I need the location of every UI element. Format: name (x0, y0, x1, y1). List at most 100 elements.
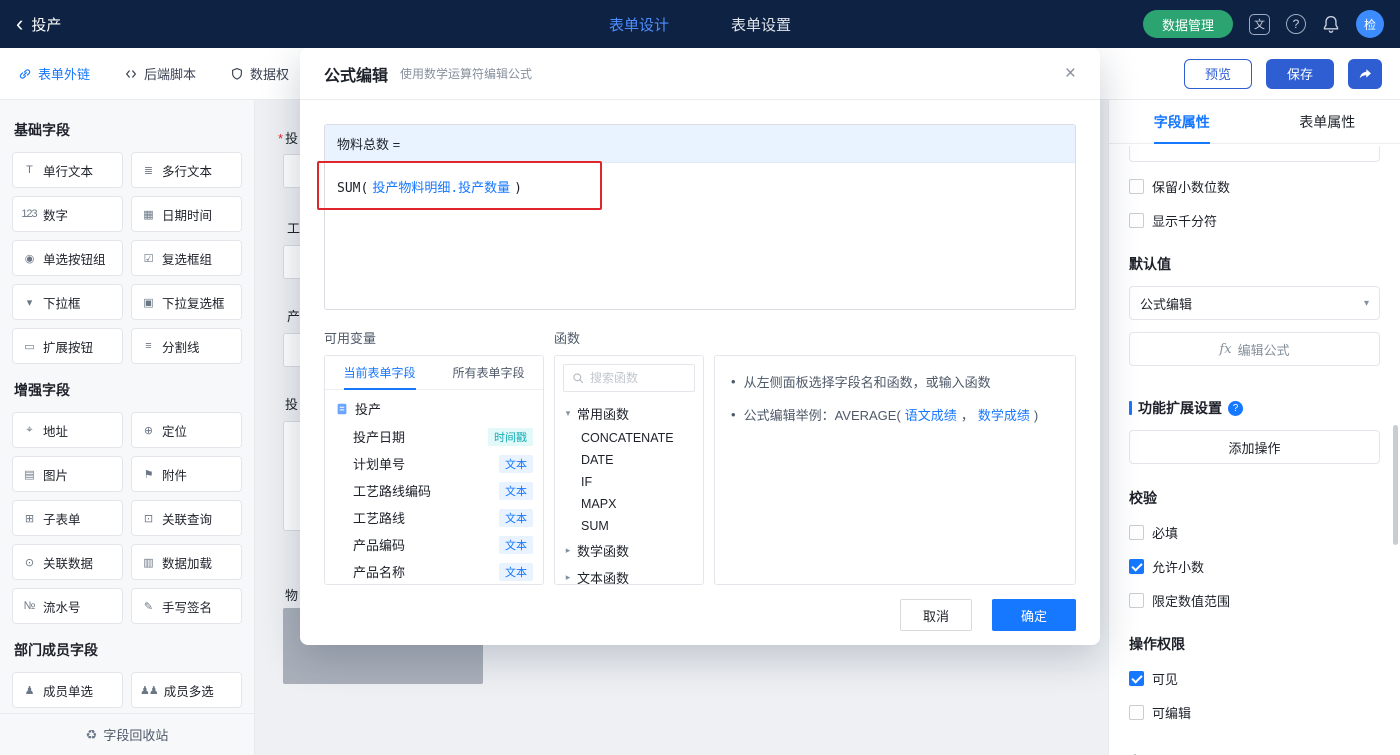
field-button-serial-number[interactable]: № 流水号 (12, 588, 123, 624)
option-thousand-separator[interactable]: 显示千分符 (1129, 211, 1380, 230)
field-recycle-bin[interactable]: ♻ 字段回收站 (0, 713, 254, 755)
option-limit-range[interactable]: 限定数值范围 (1129, 591, 1380, 610)
field-button-extend-button[interactable]: ▭ 扩展按钮 (12, 328, 123, 364)
field-button-multi-line-text[interactable]: ≣ 多行文本 (131, 152, 242, 188)
field-button-data-load[interactable]: ▥ 数据加载 (131, 544, 242, 580)
function-group-label: 文本函数 (577, 571, 630, 585)
avatar[interactable]: 检 (1356, 10, 1384, 38)
function-group-math[interactable]: ▸ 数学函数 (555, 537, 703, 564)
variable-item[interactable]: 计划单号 文本 (325, 450, 543, 477)
data-manage-button[interactable]: 数据管理 (1142, 10, 1233, 38)
checkbox[interactable] (1129, 705, 1144, 720)
tab-form-properties[interactable]: 表单属性 (1255, 100, 1400, 143)
canvas-field-label: * 投 (278, 131, 299, 146)
close-icon[interactable]: × (1065, 64, 1076, 83)
scrollbar[interactable] (1393, 425, 1398, 545)
field-button-divider[interactable]: ≡ 分割线 (131, 328, 242, 364)
form-root-node[interactable]: 投产 (325, 390, 543, 423)
tab-field-properties[interactable]: 字段属性 (1109, 100, 1255, 143)
back-icon[interactable]: ‹ (16, 13, 23, 35)
option-editable[interactable]: 可编辑 (1129, 703, 1380, 722)
share-icon (1357, 66, 1373, 82)
formula-field-token[interactable]: 投产物料明细.投产数量 (372, 181, 510, 196)
field-button-subform[interactable]: ⊞ 子表单 (12, 500, 123, 536)
function-search[interactable] (563, 364, 695, 392)
functions-label: 函数 (554, 331, 581, 346)
save-button[interactable]: 保存 (1266, 58, 1334, 89)
checkbox[interactable] (1129, 525, 1144, 540)
field-button-number[interactable]: 123 数字 (12, 196, 123, 232)
variable-name: 产品名称 (353, 565, 406, 580)
checkbox[interactable] (1129, 671, 1144, 686)
field-label: 附件 (162, 468, 188, 483)
default-value-select[interactable]: 公式编辑 ▾ (1129, 286, 1380, 320)
variable-item[interactable]: 投产日期 时间戳 (325, 423, 543, 450)
checkbox[interactable] (1129, 213, 1144, 228)
formula-input[interactable]: SUM(投产物料明细.投产数量) (325, 163, 1075, 210)
field-button-address[interactable]: ⌖ 地址 (12, 412, 123, 448)
field-button-member-single[interactable]: ♟ 成员单选 (12, 672, 123, 708)
field-button-radio-group[interactable]: ◉ 单选按钮组 (12, 240, 123, 276)
option-allow-decimal[interactable]: 允许小数 (1129, 557, 1380, 576)
cancel-button[interactable]: 取消 (900, 599, 972, 631)
field-button-dropdown[interactable]: ▾ 下拉框 (12, 284, 123, 320)
function-item[interactable]: MAPX (555, 493, 703, 515)
field-type-badge: 文本 (499, 481, 533, 500)
tab-form-design[interactable]: 表单设计 (609, 14, 669, 35)
function-item[interactable]: SUM (555, 515, 703, 537)
image-icon: ▤ (24, 468, 34, 481)
translate-icon[interactable]: 文 (1249, 13, 1270, 35)
preview-button[interactable]: 预览 (1184, 58, 1252, 89)
checkbox-label: 允许小数 (1152, 560, 1205, 575)
checkbox[interactable] (1129, 593, 1144, 608)
formula-function: SUM( (337, 181, 369, 196)
bell-icon[interactable] (1322, 15, 1340, 33)
option-keep-decimal[interactable]: 保留小数位数 (1129, 177, 1380, 196)
toolbar-item-form-link[interactable]: 表单外链 (18, 64, 90, 83)
function-group-common[interactable]: ▾ 常用函数 (555, 400, 703, 427)
option-visible[interactable]: 可见 (1129, 669, 1380, 688)
field-button-datetime[interactable]: ▦ 日期时间 (131, 196, 242, 232)
tab-current-form-fields[interactable]: 当前表单字段 (325, 356, 434, 389)
field-button-attachment[interactable]: ⚑ 附件 (131, 456, 242, 492)
pin-icon: ⌖ (26, 423, 32, 436)
form-root-label: 投产 (355, 402, 382, 417)
field-button-image[interactable]: ▤ 图片 (12, 456, 123, 492)
function-search-input[interactable] (590, 371, 686, 385)
variable-item[interactable]: 工艺路线编码 文本 (325, 477, 543, 504)
field-button-member-multi[interactable]: ♟♟ 成员多选 (131, 672, 242, 708)
toolbar-item-data-permission[interactable]: 数据权 (230, 64, 289, 83)
function-item[interactable]: IF (555, 471, 703, 493)
field-button-checkbox-group[interactable]: ☑ 复选框组 (131, 240, 242, 276)
tab-all-form-fields[interactable]: 所有表单字段 (434, 356, 543, 389)
checkbox[interactable] (1129, 179, 1144, 194)
variable-item[interactable]: 产品编码 文本 (325, 531, 543, 558)
properties-panel: 字段属性 表单属性 保留小数位数 显示千分符 默认值 公式编辑 ▾ fx 编辑公… (1108, 100, 1400, 755)
variable-item[interactable]: 工艺路线 文本 (325, 504, 543, 531)
function-item[interactable]: DATE (555, 449, 703, 471)
dialog-footer: 取消 确定 (324, 599, 1076, 631)
formula-help-panel: • 从左侧面板选择字段名和函数，或输入函数 • 公式编辑举例：AVERAGE(语… (714, 355, 1076, 585)
option-required[interactable]: 必填 (1129, 523, 1380, 542)
field-button-linked-data[interactable]: ⊙ 关联数据 (12, 544, 123, 580)
field-label: 多行文本 (162, 164, 213, 179)
function-group-text[interactable]: ▸ 文本函数 (555, 564, 703, 585)
add-action-button[interactable]: 添加操作 (1129, 430, 1380, 464)
function-item[interactable]: CONCATENATE (555, 427, 703, 449)
field-button-single-line-text[interactable]: T 单行文本 (12, 152, 123, 188)
edit-formula-button[interactable]: fx 编辑公式 (1129, 332, 1380, 366)
share-button[interactable] (1348, 58, 1382, 89)
field-button-location[interactable]: ⊕ 定位 (131, 412, 242, 448)
help-icon[interactable]: ? (1286, 14, 1306, 34)
confirm-button[interactable]: 确定 (992, 599, 1076, 631)
variable-item[interactable]: 产品名称 文本 (325, 558, 543, 584)
toolbar-item-backend-script[interactable]: 后端脚本 (124, 64, 196, 83)
checkbox-label: 必填 (1152, 526, 1179, 541)
question-icon[interactable]: ? (1228, 400, 1243, 416)
field-button-signature[interactable]: ✎ 手写签名 (131, 588, 242, 624)
checkbox[interactable] (1129, 559, 1144, 574)
tab-form-settings[interactable]: 表单设置 (731, 14, 791, 35)
dialog-title: 公式编辑 (324, 67, 389, 85)
field-button-multi-dropdown[interactable]: ▣ 下拉复选框 (131, 284, 242, 320)
field-button-linked-query[interactable]: ⊡ 关联查询 (131, 500, 242, 536)
